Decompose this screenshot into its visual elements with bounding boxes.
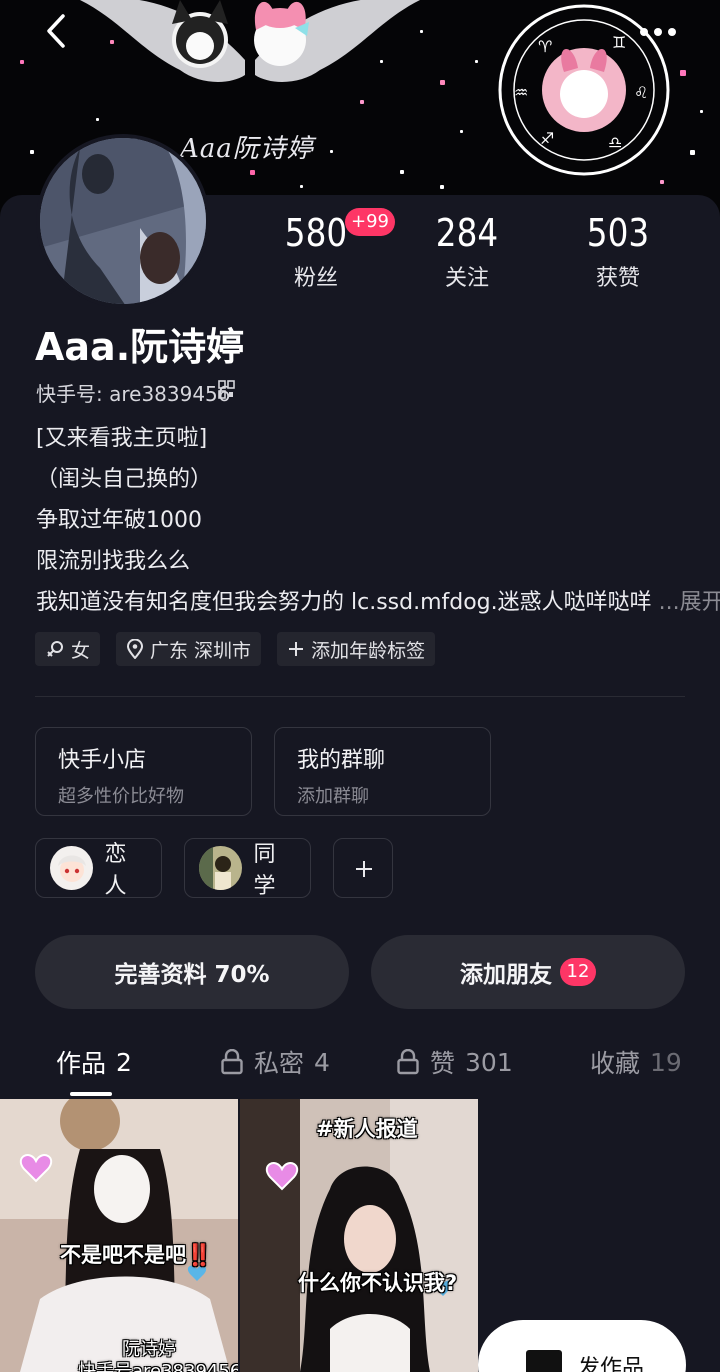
profile-name: Aaa.阮诗婷: [35, 325, 245, 369]
post-image: [0, 1099, 238, 1372]
relation-classmate[interactable]: 同学: [184, 838, 311, 899]
tag-add-age[interactable]: 添加年龄标签: [277, 632, 436, 666]
post-caption: 什么你不认识我?: [298, 1271, 458, 1295]
fans-new-badge: +99: [345, 208, 395, 236]
relation-avatar: [199, 846, 242, 890]
lock-icon: [221, 1049, 243, 1075]
angel-wings-illustration: [80, 0, 420, 82]
stat-fans-label: 粉丝: [293, 266, 338, 291]
bio-line-last: 我知道没有知名度但我会努力的 lc.ssd.mfdog.迷惑人哒咩哒咩 ...展…: [36, 582, 720, 623]
stat-likes[interactable]: 503 获赞: [553, 210, 683, 292]
relation-label: 同学: [253, 842, 276, 899]
post-thumbnail[interactable]: 不是吧不是吧‼️ 阮诗婷 快手号are3839456: [0, 1099, 238, 1372]
svg-text:♎: ♎: [608, 133, 622, 152]
tab-private[interactable]: 私密 4: [220, 1040, 330, 1084]
add-friend-count-badge: 12: [560, 958, 596, 986]
stat-following-label: 关注: [444, 266, 489, 291]
profile-bio[interactable]: [又来看我主页啦] （闺头自己换的） 争取过年破1000 限流别找我么么 我知道…: [36, 418, 720, 623]
tab-count: 301: [465, 1047, 513, 1077]
add-friend-label: 添加朋友: [460, 962, 552, 988]
female-icon: [47, 641, 63, 657]
banner-title-text: Aaa阮诗婷: [180, 134, 314, 164]
svg-text:♒: ♒: [514, 83, 528, 102]
content-tabs: 作品 2 私密 4 赞 301 收藏 19: [0, 1040, 720, 1098]
complete-profile-label: 完善资料 70%: [114, 962, 270, 988]
post-hashtag: #新人报道: [316, 1117, 418, 1141]
camera-icon: [526, 1350, 562, 1372]
lock-icon: [397, 1049, 419, 1075]
stat-likes-label: 获赞: [595, 266, 640, 291]
svg-text:♌: ♌: [634, 83, 648, 102]
relation-avatar: [50, 846, 93, 890]
relation-label: 恋人: [104, 842, 127, 899]
tab-label: 赞: [430, 1049, 456, 1078]
qr-code-icon[interactable]: [218, 380, 236, 400]
post-thumbnail[interactable]: #新人报道 什么你不认识我?: [240, 1099, 478, 1372]
tab-favorites[interactable]: 收藏 19: [590, 1040, 682, 1084]
card-subtitle: 添加群聊: [297, 786, 369, 807]
stat-following-value: 284: [435, 211, 499, 255]
tag-location[interactable]: 广东 深圳市: [116, 632, 262, 666]
publish-post-button[interactable]: 发作品: [478, 1320, 686, 1372]
card-subtitle: 超多性价比好物: [58, 786, 184, 807]
tab-count: 2: [116, 1047, 132, 1077]
tab-liked[interactable]: 赞 301: [396, 1040, 513, 1084]
add-friend-button[interactable]: 添加朋友 12: [371, 935, 685, 1009]
svg-text:♐: ♐: [540, 129, 554, 148]
tab-count: 4: [314, 1047, 330, 1077]
kuaishou-shop-card[interactable]: 快手小店 超多性价比好物: [35, 727, 252, 816]
tab-label: 作品: [56, 1049, 107, 1078]
bio-line: （闺头自己换的）: [36, 467, 213, 492]
add-relation-button[interactable]: [333, 838, 393, 898]
plus-icon: [356, 861, 372, 877]
tab-label: 私密: [254, 1049, 305, 1078]
avatar-photo: [40, 138, 206, 304]
bio-line-text: 我知道没有知名度但我会努力的 lc.ssd.mfdog.迷惑人哒咩哒咩: [36, 590, 652, 615]
section-divider: [35, 696, 685, 697]
tag-add-age-label: 添加年龄标签: [311, 639, 426, 662]
stat-likes-value: 503: [586, 211, 650, 255]
card-title: 我的群聊: [297, 748, 386, 773]
location-icon: [127, 639, 144, 659]
active-tab-indicator: [70, 1092, 112, 1096]
profile-tags: 女 广东 深圳市 添加年龄标签: [35, 632, 436, 666]
stat-following[interactable]: 284 关注: [402, 210, 532, 292]
more-dots-icon[interactable]: [636, 16, 680, 48]
back-arrow-icon[interactable]: [38, 12, 78, 52]
tab-works[interactable]: 作品 2: [56, 1040, 132, 1084]
bio-line: [又来看我主页啦]: [36, 426, 208, 451]
publish-post-label: 发作品: [578, 1356, 645, 1372]
tag-gender[interactable]: 女: [35, 632, 101, 666]
complete-profile-button[interactable]: 完善资料 70%: [35, 935, 349, 1009]
tab-label: 收藏: [590, 1049, 641, 1078]
group-chat-card[interactable]: 我的群聊 添加群聊: [274, 727, 491, 816]
svg-text:♊: ♊: [612, 33, 626, 52]
post-footer-id: 快手号are3839456: [78, 1361, 238, 1372]
tag-gender-label: 女: [71, 639, 91, 662]
relation-lover[interactable]: 恋人: [35, 838, 162, 899]
bio-line: 争取过年破1000: [36, 508, 202, 533]
bio-line: 限流别找我么么: [36, 549, 191, 574]
svg-text:♈: ♈: [538, 37, 552, 56]
post-caption: 不是吧不是吧‼️: [60, 1243, 213, 1267]
plus-icon: [289, 642, 304, 656]
bio-expand-link[interactable]: ...展开: [659, 590, 720, 615]
avatar[interactable]: [36, 134, 210, 308]
tag-location-label: 广东 深圳市: [150, 639, 252, 662]
card-title: 快手小店: [58, 748, 147, 773]
tab-count: 19: [650, 1047, 682, 1077]
profile-uid[interactable]: 快手号: are3839456: [36, 378, 231, 407]
